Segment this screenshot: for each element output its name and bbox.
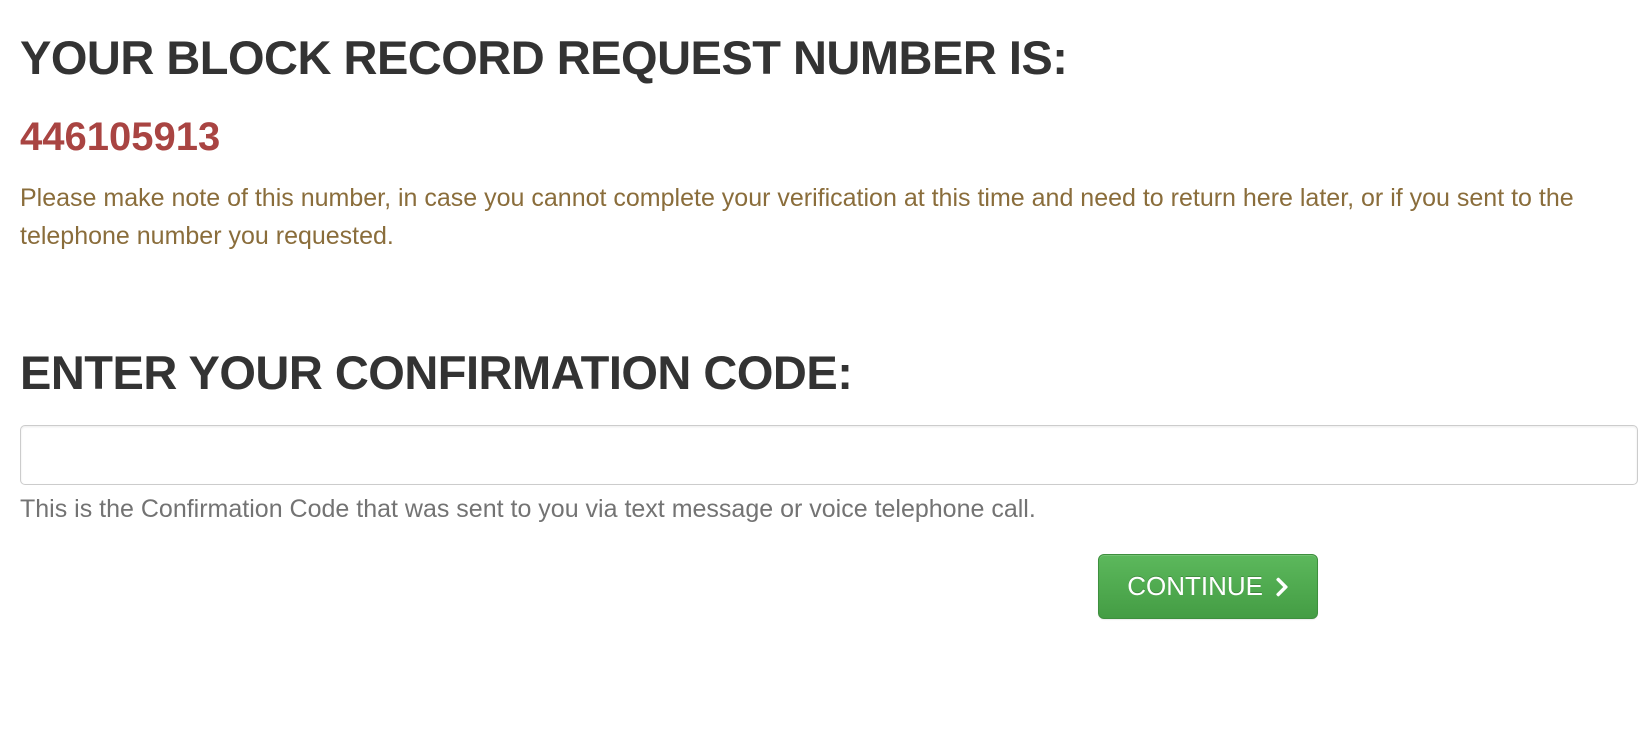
block-record-heading: YOUR BLOCK RECORD REQUEST NUMBER IS: — [20, 30, 1638, 85]
request-number-value: 446105913 — [20, 115, 1638, 160]
request-number-note: Please make note of this number, in case… — [20, 180, 1638, 255]
chevron-right-icon — [1275, 576, 1289, 598]
confirmation-code-heading: ENTER YOUR CONFIRMATION CODE: — [20, 345, 1638, 400]
continue-button[interactable]: CONTINUE — [1098, 554, 1318, 619]
confirmation-helper-text: This is the Confirmation Code that was s… — [20, 495, 1638, 524]
confirmation-code-input[interactable] — [20, 425, 1638, 485]
continue-button-label: CONTINUE — [1127, 571, 1263, 602]
button-row: CONTINUE — [20, 554, 1638, 619]
